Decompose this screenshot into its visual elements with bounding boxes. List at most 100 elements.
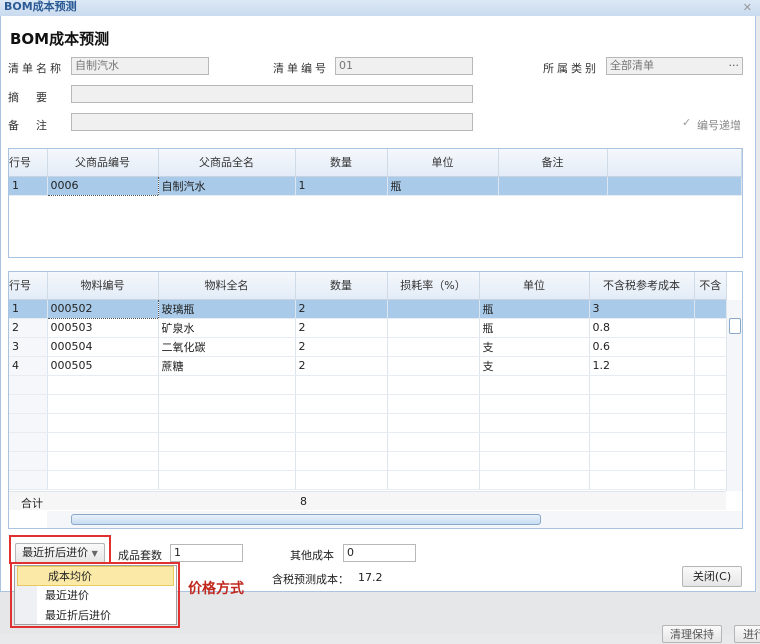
price-method-dropdown[interactable]: 最近折后进价 ▼ (15, 543, 105, 563)
table-cell[interactable]: 1 (9, 176, 48, 196)
auto-increment-checkbox[interactable]: ✓ (682, 116, 691, 129)
table-cell[interactable]: 支 (479, 337, 590, 357)
table-cell[interactable] (9, 394, 48, 414)
table-cell[interactable] (589, 451, 695, 471)
table-cell[interactable] (47, 394, 159, 414)
column-header[interactable]: 物料全名 (158, 272, 296, 300)
column-header[interactable]: 损耗率（%） (387, 272, 480, 300)
scroll-thumb[interactable] (71, 514, 541, 525)
table-row[interactable]: 1 000502 玻璃瓶 2 瓶 3 (9, 298, 727, 319)
table-row[interactable] (9, 413, 727, 433)
close-icon[interactable]: ✕ (743, 1, 752, 14)
table-cell[interactable] (387, 432, 480, 452)
summary-input[interactable] (71, 85, 473, 103)
table-cell[interactable] (589, 470, 695, 490)
column-header[interactable]: 备注 (498, 149, 608, 177)
table-cell[interactable] (295, 470, 388, 490)
column-header[interactable]: 不含税参考成本 (589, 272, 695, 300)
table-cell[interactable] (295, 432, 388, 452)
table-cell[interactable] (479, 375, 590, 395)
table-cell[interactable] (47, 470, 159, 490)
table-cell[interactable] (589, 394, 695, 414)
table-cell[interactable] (387, 299, 480, 319)
table-cell[interactable] (47, 375, 159, 395)
table-cell[interactable] (694, 356, 727, 376)
table-cell[interactable] (387, 337, 480, 357)
table-cell[interactable]: 瓶 (479, 299, 590, 319)
table-cell[interactable] (295, 413, 388, 433)
table-cell[interactable] (158, 413, 296, 433)
table-cell[interactable]: 2 (295, 299, 388, 319)
table-cell[interactable] (9, 451, 48, 471)
table-cell[interactable] (694, 375, 727, 395)
table-cell[interactable]: 支 (479, 356, 590, 376)
table-cell[interactable]: 0.6 (589, 337, 695, 357)
table-cell[interactable] (589, 432, 695, 452)
table-cell[interactable] (387, 470, 480, 490)
list-name-input[interactable]: 自制汽水 (71, 57, 209, 75)
table-cell[interactable]: 矿泉水 (158, 318, 296, 338)
category-input[interactable]: 全部清单 ··· (606, 57, 743, 75)
table-cell[interactable] (498, 176, 608, 196)
table-cell[interactable] (9, 470, 48, 490)
table-cell[interactable] (158, 470, 296, 490)
column-header[interactable]: 行号 (9, 149, 48, 177)
other-cost-input[interactable]: 0 (343, 544, 416, 562)
table-cell[interactable] (47, 432, 159, 452)
table-cell[interactable]: 蔗糖 (158, 356, 296, 376)
table-cell[interactable] (158, 451, 296, 471)
table-cell[interactable] (589, 413, 695, 433)
table-cell[interactable] (387, 413, 480, 433)
table-cell[interactable]: 1 (9, 299, 48, 319)
table-row[interactable] (9, 394, 727, 414)
table-cell[interactable] (694, 470, 727, 490)
table-cell[interactable] (694, 299, 727, 319)
column-header[interactable]: 父商品编号 (47, 149, 159, 177)
table-cell[interactable] (589, 375, 695, 395)
close-button[interactable]: 关闭(C) (682, 566, 742, 587)
table-cell[interactable] (158, 375, 296, 395)
column-header[interactable] (607, 149, 742, 177)
menu-item-cost-average[interactable]: 成本均价 (17, 566, 174, 586)
table-cell[interactable]: 自制汽水 (158, 176, 296, 196)
column-header[interactable]: 数量 (295, 272, 388, 300)
table-cell[interactable] (295, 375, 388, 395)
table-cell[interactable]: 3 (9, 337, 48, 357)
table-cell[interactable]: 2 (295, 356, 388, 376)
table-row[interactable]: 3 000504 二氧化碳 2 支 0.6 (9, 337, 727, 357)
table-cell[interactable] (9, 375, 48, 395)
table-cell[interactable] (479, 432, 590, 452)
table-cell[interactable] (9, 413, 48, 433)
column-header[interactable]: 单位 (387, 149, 499, 177)
table-row[interactable] (9, 470, 727, 490)
table-cell[interactable] (9, 432, 48, 452)
sets-input[interactable]: 1 (170, 544, 243, 562)
table-cell[interactable] (694, 318, 727, 338)
table-row[interactable]: 2 000503 矿泉水 2 瓶 0.8 (9, 318, 727, 338)
table-cell[interactable]: 0006 (46, 175, 159, 196)
table-cell[interactable]: 4 (9, 356, 48, 376)
more-icon[interactable]: ··· (729, 58, 740, 74)
table-cell[interactable] (694, 394, 727, 414)
table-row[interactable] (9, 432, 727, 452)
table-cell[interactable] (479, 413, 590, 433)
column-header[interactable]: 父商品全名 (158, 149, 296, 177)
table-row[interactable]: 4 000505 蔗糖 2 支 1.2 (9, 356, 727, 376)
table-cell[interactable]: 2 (295, 318, 388, 338)
table-cell[interactable]: 二氧化碳 (158, 337, 296, 357)
table-cell[interactable]: 000503 (47, 318, 159, 338)
column-header[interactable]: 单位 (479, 272, 590, 300)
table-cell[interactable] (694, 451, 727, 471)
table-cell[interactable]: 2 (295, 337, 388, 357)
table-row[interactable]: 1 0006 自制汽水 1 瓶 (9, 175, 742, 196)
table-cell[interactable] (694, 413, 727, 433)
table-cell[interactable] (158, 394, 296, 414)
column-header[interactable]: 物料编号 (47, 272, 159, 300)
table-cell[interactable] (694, 337, 727, 357)
scroll-thumb[interactable] (729, 318, 741, 334)
table-cell[interactable] (607, 176, 742, 196)
table-cell[interactable]: 玻璃瓶 (158, 299, 296, 319)
table-row[interactable] (9, 451, 727, 471)
table-cell[interactable]: 2 (9, 318, 48, 338)
remark-input[interactable] (71, 113, 473, 131)
